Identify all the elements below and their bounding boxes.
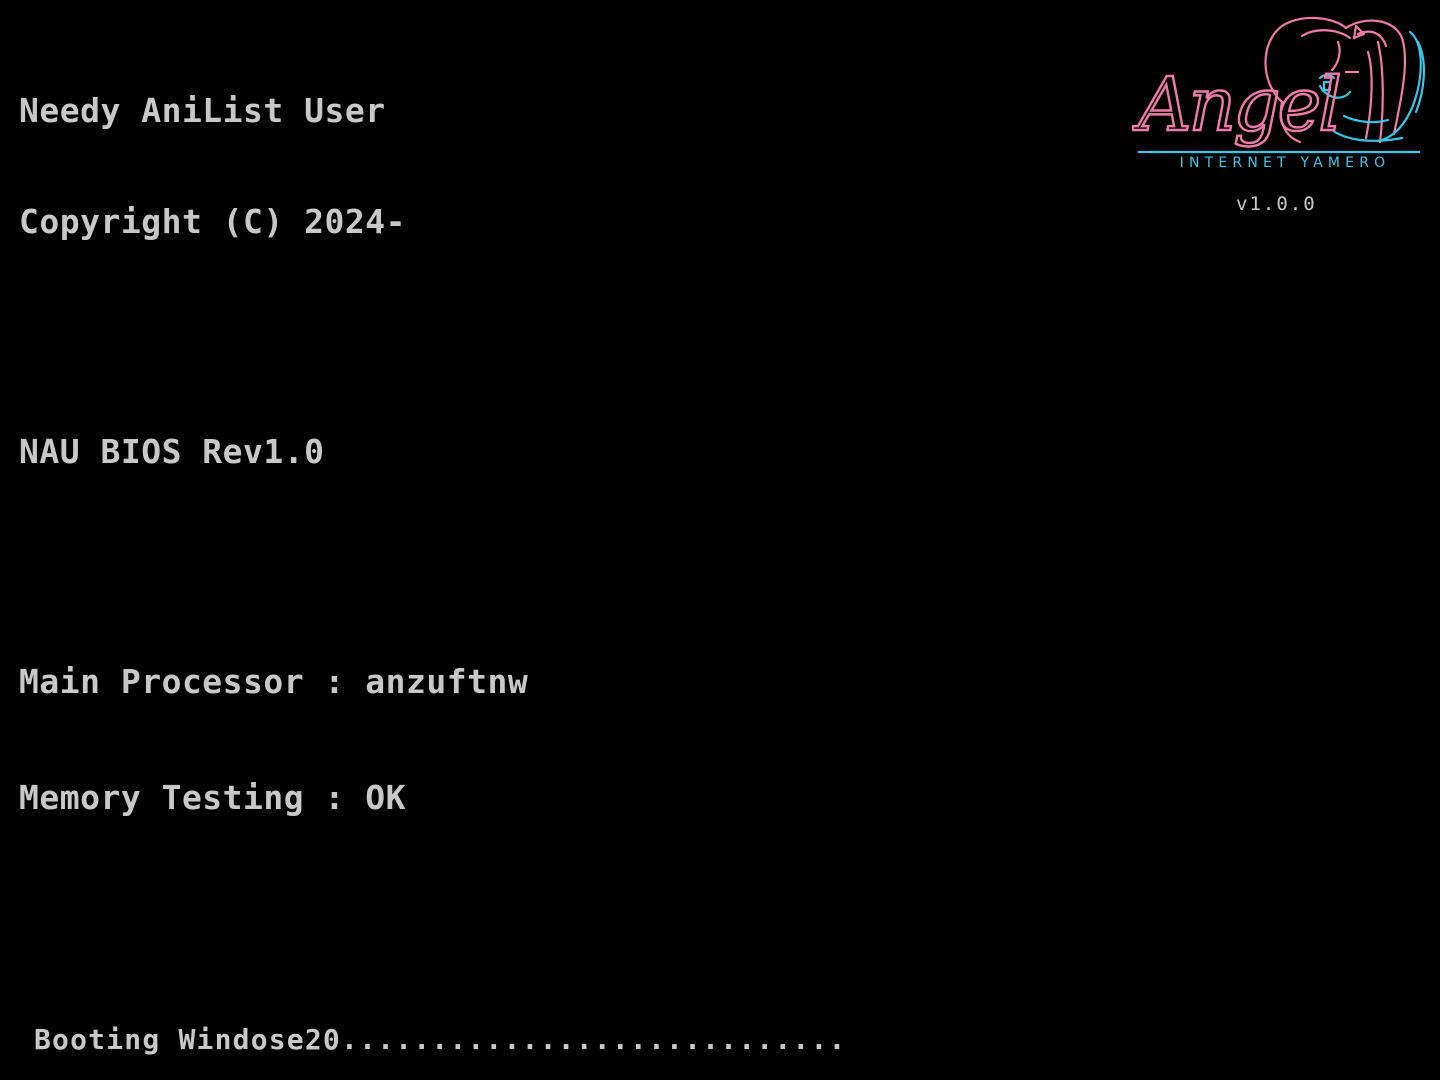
processor-line: Main Processor : anzuftnw [19, 662, 529, 701]
bios-info-block: Needy AniList User Copyright (C) 2024- N… [19, 18, 528, 890]
memory-test-line: Memory Testing : OK [19, 778, 406, 817]
bios-revision: NAU BIOS Rev1.0 [19, 432, 325, 471]
angel-logo: Angel INTERNET YAMERO v1.0.0 [1132, 12, 1428, 215]
copyright-line: Copyright (C) 2024- [19, 202, 406, 241]
bios-screen: Needy AniList User Copyright (C) 2024- N… [0, 0, 1440, 1080]
logo-version: v1.0.0 [1236, 193, 1317, 215]
logo-subtitle: INTERNET YAMERO [1179, 155, 1391, 171]
angel-logo-art: Angel [1132, 16, 1426, 154]
logo-wordmark: Angel [1132, 62, 1339, 148]
boot-message: Booting Windose20.......................… [34, 1023, 847, 1056]
owner-line: Needy AniList User [19, 91, 386, 130]
